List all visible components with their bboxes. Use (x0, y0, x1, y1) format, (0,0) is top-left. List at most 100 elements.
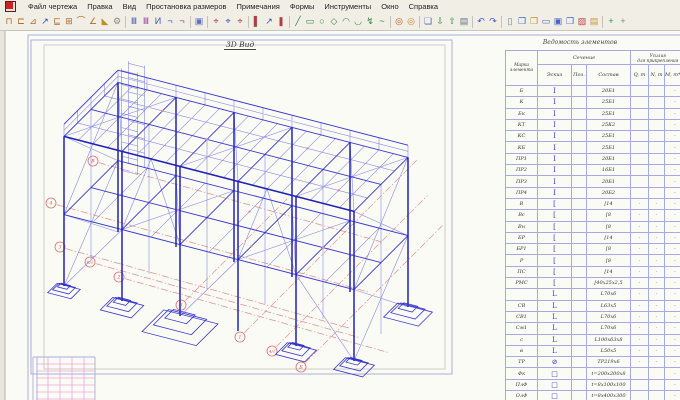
layout-6-icon[interactable]: ▨ (576, 15, 588, 28)
cell-q: - (630, 333, 649, 346)
dim-leader-icon[interactable]: ↗ (39, 15, 51, 28)
undo-icon[interactable]: ↶ (475, 15, 487, 28)
draw-arc2-icon[interactable]: ◡ (352, 15, 364, 28)
table-row[interactable]: СВ L L63х5- - - (505, 299, 680, 312)
cell-mark: Фк (505, 367, 538, 380)
menu-item-3[interactable]: Простановка размеров (141, 2, 231, 11)
print-icon[interactable]: ▤ (458, 15, 470, 28)
note-flag-icon[interactable]: ▌ (251, 15, 263, 28)
table-row[interactable]: Бк I 25Б1 - (505, 107, 680, 120)
dim-radius-icon[interactable]: ⌒ (75, 15, 87, 28)
node-add-icon[interactable]: + (605, 15, 617, 28)
cell-m: - (664, 254, 680, 267)
node-insert-icon[interactable]: + (617, 15, 629, 28)
draw-circle-icon[interactable]: ○ (316, 15, 328, 28)
rebar-mark-2-icon[interactable]: Ⅲ (140, 15, 152, 28)
clipboard-icon[interactable]: ▯ (504, 15, 516, 28)
doc-copy-icon[interactable]: ❏ (422, 15, 434, 28)
table-row[interactable]: В[[14- - - (505, 197, 680, 211)
doc-import-icon[interactable]: ⇩ (434, 15, 446, 28)
dim-settings-icon[interactable]: ⚙ (111, 15, 123, 28)
elements-table[interactable]: Марка элемента Сечение Усилия для прикреплен… (505, 50, 680, 400)
menu-item-5[interactable]: Формы (285, 2, 320, 11)
menu-item-6[interactable]: Инструменты (319, 2, 376, 11)
table-row[interactable]: Р[[8- - - (505, 254, 680, 267)
cell-m: - (664, 390, 680, 400)
cell-q: - (630, 344, 649, 358)
doc-export-icon[interactable]: ⇧ (446, 15, 458, 28)
table-row[interactable]: См1 L L70х6- - - (505, 322, 680, 335)
table-row[interactable]: РМС[[40х25х2,5- - - (505, 277, 680, 290)
table-row[interactable]: К I 25Б1 - (505, 96, 680, 109)
rebar-mark-3-icon[interactable]: И (152, 15, 164, 28)
dim-vertical-icon[interactable]: ⊏ (15, 15, 27, 28)
table-row[interactable]: Вс[[8- - - (505, 209, 680, 222)
table-row[interactable]: КБ I 25Б1 - (505, 141, 680, 154)
note-bar-icon[interactable]: ❚ (275, 15, 287, 28)
table-row[interactable]: ПР2 I 16Б1 - (505, 164, 680, 177)
cell-m: - (664, 288, 680, 301)
table-row[interactable]: БР[[14- - - (505, 231, 680, 245)
rebar-mark-4-icon[interactable]: ¬ (164, 15, 176, 28)
cell-q: - (630, 197, 649, 211)
render-view-2-icon[interactable]: ◎ (405, 15, 417, 28)
menu-item-4[interactable]: Примечания (232, 2, 285, 11)
dim-chain-icon[interactable]: ⊞ (63, 15, 75, 28)
table-row[interactable]: ТР ⊘ ТР219х6- - - (505, 356, 680, 369)
menu-item-0[interactable]: Файл чертежа (23, 2, 82, 11)
menu-item-2[interactable]: Вид (118, 2, 142, 11)
table-row[interactable]: Б I 20Б1 - (505, 84, 680, 98)
rebar-mark-1-icon[interactable]: Ⅲ (128, 15, 140, 28)
layout-5-icon[interactable]: ❐ (564, 15, 576, 28)
table-row[interactable]: ПР1 I 20Б1 - (505, 152, 680, 166)
menu-item-8[interactable]: Справка (404, 2, 443, 11)
draw-polyline-icon[interactable]: ↯ (364, 15, 376, 28)
draw-arc-icon[interactable]: ◠ (340, 15, 352, 28)
table-row[interactable]: ПС[[14- - - (505, 265, 680, 279)
menu-items: Файл чертежа Правка Вид Простановка размеро… (23, 2, 443, 11)
drawing-canvas[interactable]: В 4 3 Б/1 2 3 1 А/1 Б 3D Вид Ведомость элементов… (0, 31, 680, 400)
svg-text:1: 1 (239, 335, 242, 341)
table-row[interactable]: Вн[[8- - - (505, 220, 680, 233)
draw-line-icon[interactable]: ╱ (292, 15, 304, 28)
table-row[interactable]: ПР4 I 20Б2 - (505, 186, 680, 199)
table-row[interactable]: ОлФ □ t=8х400х300 - (505, 390, 680, 400)
menu-item-7[interactable]: Окно (376, 2, 403, 11)
render-view-1-icon[interactable]: ◎ (393, 15, 405, 28)
dim-linear-icon[interactable]: ⊓ (3, 15, 15, 28)
table-row[interactable]: Фк □ t=200х200х8 - (505, 367, 680, 380)
dim-arrow-icon[interactable]: ◣ (99, 15, 111, 28)
redo-icon[interactable]: ↷ (487, 15, 499, 28)
draw-curve-icon[interactable]: ~ (376, 15, 388, 28)
layout-4-icon[interactable]: ▣ (552, 15, 564, 28)
table-row[interactable]: КТ I 25К2 - (505, 118, 680, 132)
menu-item-1[interactable]: Правка (82, 2, 117, 11)
table-row[interactable]: БР1[[8- - - (505, 243, 680, 256)
select-region-icon[interactable]: ▣ (193, 15, 205, 28)
draw-polygon-icon[interactable]: ◇ (328, 15, 340, 28)
note-arrow-icon[interactable]: ↗ (263, 15, 275, 28)
table-row[interactable]: СВ1 L L70х6- - - (505, 310, 680, 324)
draw-rect-icon[interactable]: ▭ (304, 15, 316, 28)
layout-2-icon[interactable]: ❐ (528, 15, 540, 28)
folder-icon[interactable]: ▤ (588, 15, 600, 28)
dim-baseline-icon[interactable]: ⊑ (51, 15, 63, 28)
rebar-mark-5-icon[interactable]: ¬ (176, 15, 188, 28)
table-row[interactable]: ПлФ □ t=8х100х100 - (505, 378, 680, 392)
table-row[interactable]: ПР3 I 20Б1 - (505, 175, 680, 188)
layout-1-icon[interactable]: ❐ (516, 15, 528, 28)
plate-sketch-icon: □ (537, 367, 572, 380)
table-row[interactable]: с L L100х63х8- - - (505, 333, 680, 346)
cell-mark: КБ (505, 141, 538, 154)
table-row[interactable]: в L L50х5- - - (505, 344, 680, 358)
dim-aligned-icon[interactable]: ⊿ (27, 15, 39, 28)
dim-angle-icon[interactable]: ∠ (87, 15, 99, 28)
table-row[interactable]: L L70х6- - - (505, 288, 680, 301)
layout-3-icon[interactable]: ▭ (540, 15, 552, 28)
table-row[interactable]: КС I 25Б1 - (505, 130, 680, 143)
cell-pos (571, 84, 587, 98)
leader-pin-2-icon[interactable]: ⌖ (222, 15, 234, 28)
cell-n: - (648, 288, 665, 301)
leader-pin-1-icon[interactable]: ⌖ (210, 15, 222, 28)
leader-pin-3-icon[interactable]: ⌖ (234, 15, 246, 28)
